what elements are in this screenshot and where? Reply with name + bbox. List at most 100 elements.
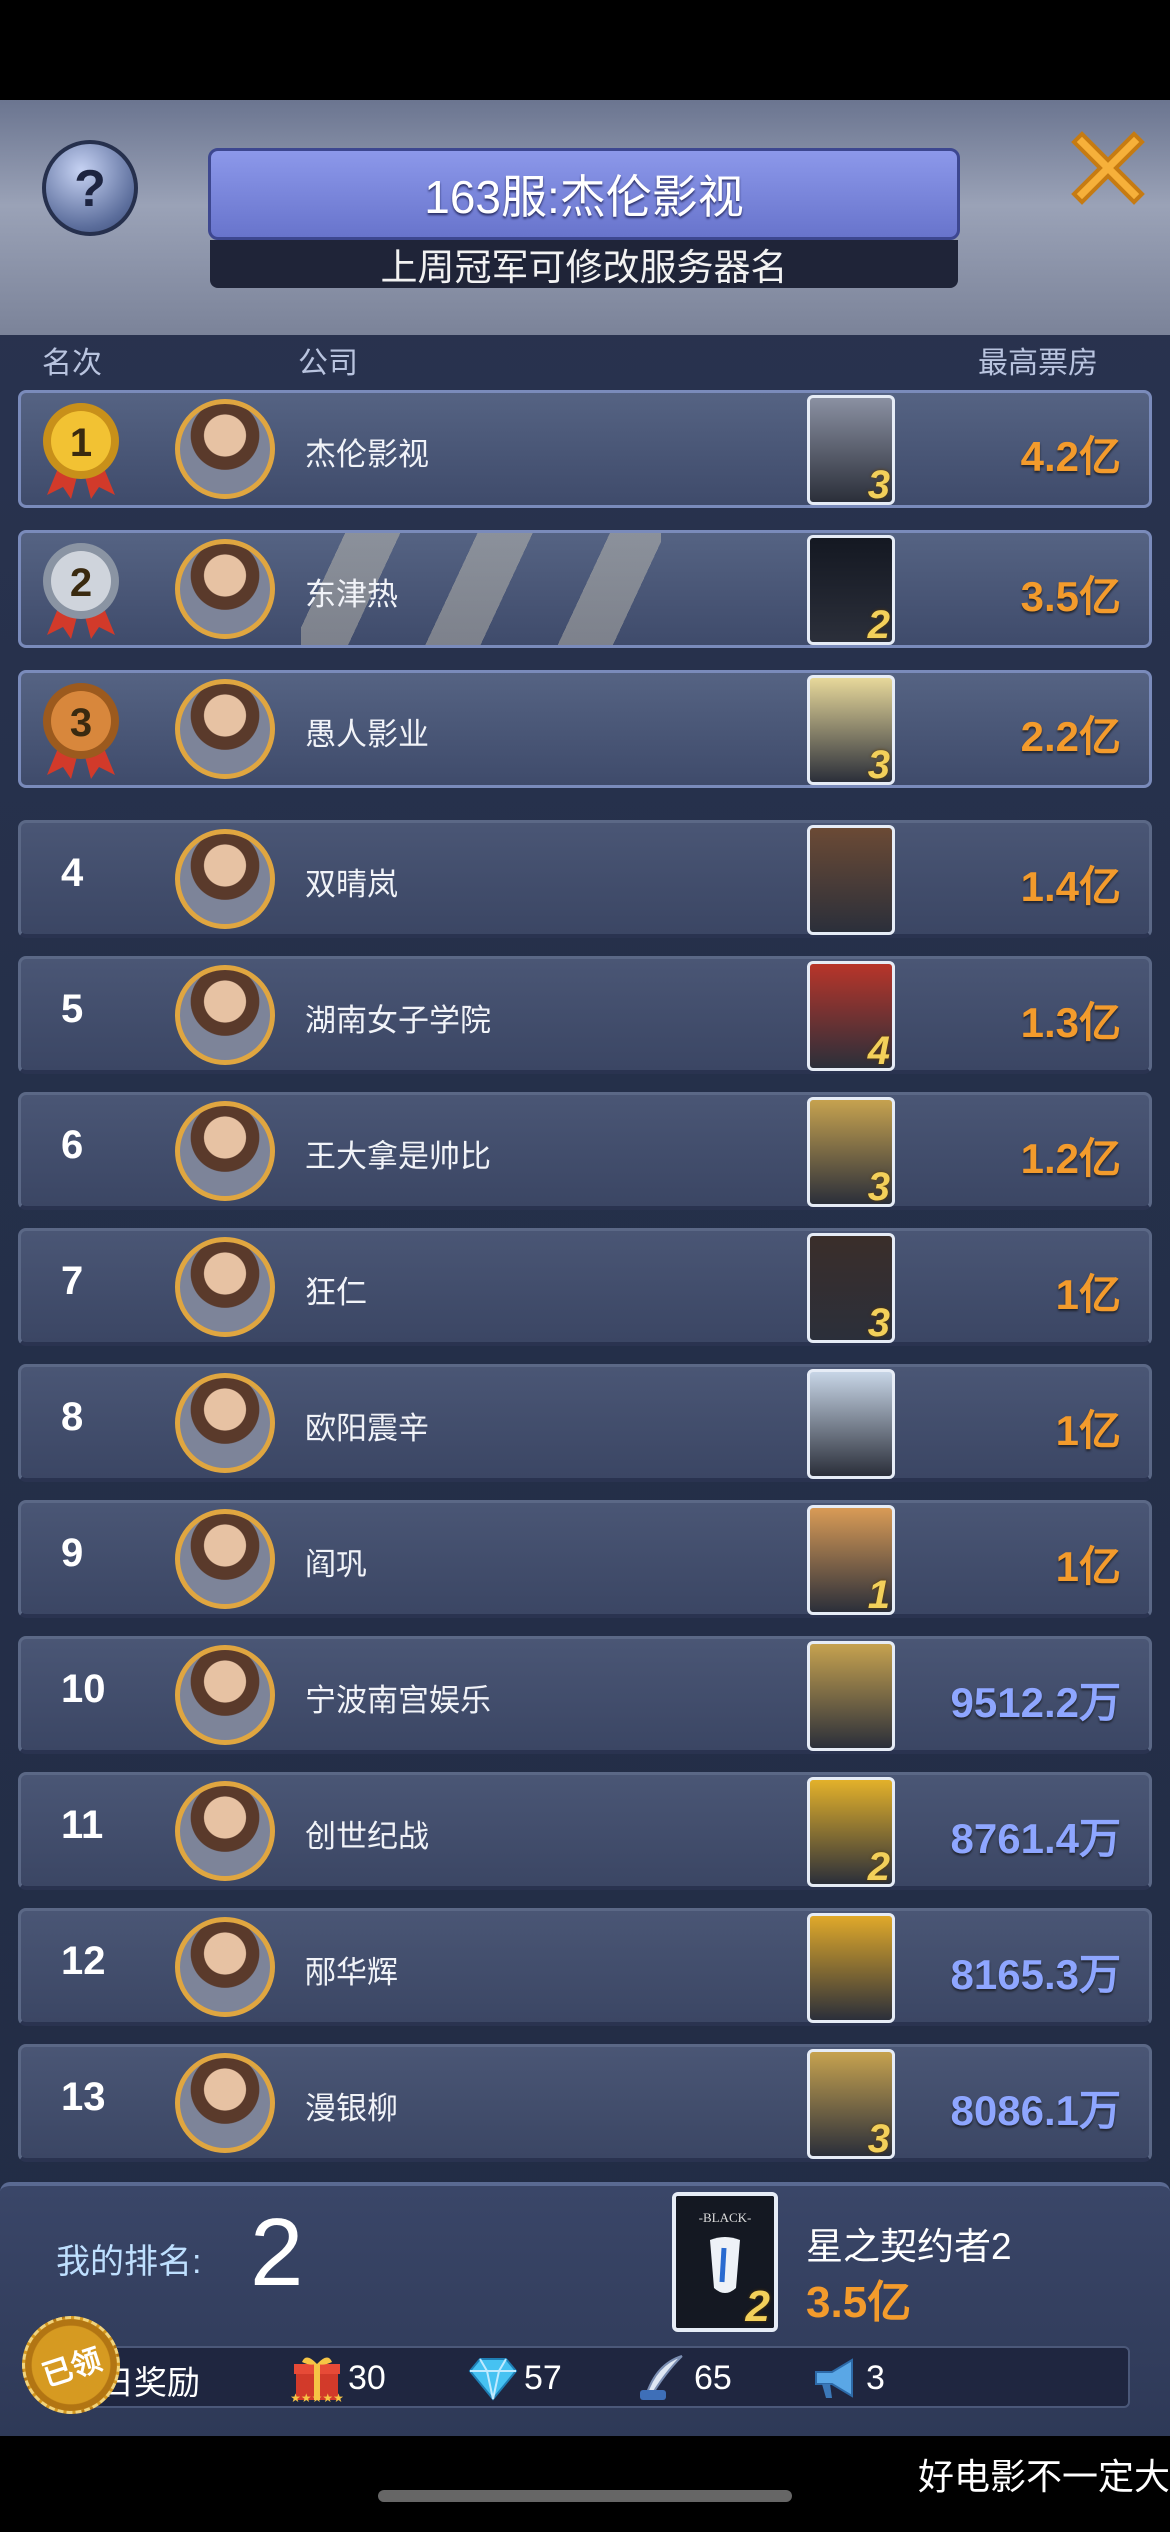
ranking-row[interactable]: 2 东津热 2 3.5亿 [18,530,1152,648]
movie-poster[interactable] [807,1641,895,1751]
box-office-value: 1.4亿 [1020,863,1121,910]
movie-sequel-number: 2 [867,603,890,645]
movie-poster[interactable]: 3 [807,675,895,785]
question-icon: ? [74,160,106,218]
movie-poster[interactable]: 4 [807,961,895,1071]
avatar[interactable] [175,1645,275,1745]
my-box-office: 3.5亿 [806,2278,912,2327]
rank-number: 9 [61,1531,84,1575]
rank-number: 8 [61,1395,84,1439]
movie-sequel-number: 3 [867,2117,890,2159]
ranking-row[interactable]: 10 宁波南宫娱乐 9512.2万 [18,1636,1152,1754]
home-indicator[interactable] [378,2490,792,2502]
avatar[interactable] [175,1373,275,1473]
movie-sequel-number: 1 [867,1573,890,1615]
avatar[interactable] [175,679,275,779]
ranking-row[interactable]: 6 王大拿是帅比 3 1.2亿 [18,1092,1152,1210]
reward-diamond[interactable]: 57 [466,2352,562,2404]
movie-poster[interactable]: 3 [807,1233,895,1343]
ticker-text: 好电影不一定大 [918,2456,1170,2497]
box-office-value: 2.2亿 [1020,713,1121,760]
company-name: 愚人影业 [305,717,429,752]
avatar[interactable] [175,1101,275,1201]
movie-poster[interactable] [807,1369,895,1479]
avatar[interactable] [175,539,275,639]
movie-poster[interactable] [807,1913,895,2023]
avatar[interactable] [175,2053,275,2153]
box-office-value: 1亿 [1055,1407,1121,1454]
company-name: 湖南女子学院 [305,1003,491,1038]
rank-number: 13 [61,2075,106,2119]
reward-gift[interactable]: ★★★★★ 30 [290,2352,386,2404]
rank-number: 7 [61,1259,84,1303]
my-movie-poster[interactable]: -BLACK- 2 [672,2192,778,2332]
box-office-value: 8086.1万 [950,2087,1121,2134]
avatar[interactable] [175,399,275,499]
company-name: 王大拿是帅比 [305,1139,491,1174]
rank-number: 3 [69,701,93,745]
avatar[interactable] [175,829,275,929]
movie-poster[interactable]: 3 [807,2049,895,2159]
my-rank-value: 2 [250,2199,304,2306]
movie-poster[interactable]: 3 [807,395,895,505]
box-office-value: 1.3亿 [1020,999,1121,1046]
company-name: 杰伦影视 [305,437,429,472]
help-button[interactable]: ? [42,140,138,236]
ranking-row[interactable]: 5 湖南女子学院 4 1.3亿 [18,956,1152,1074]
ranking-row[interactable]: 9 阎巩 1 1亿 [18,1500,1152,1618]
avatar[interactable] [175,1917,275,2017]
ranking-row[interactable]: 13 漫银柳 3 8086.1万 [18,2044,1152,2162]
rank-number: 6 [61,1123,84,1167]
gift-icon: ★★★★★ [290,2352,344,2404]
ranking-row[interactable]: 8 欧阳震辛 1亿 [18,1364,1152,1482]
movie-sequel-number: 3 [867,1165,890,1207]
ranking-row[interactable]: 12 邴华辉 8165.3万 [18,1908,1152,2026]
reward-megaphone[interactable]: 3 [808,2352,885,2404]
rank-number: 12 [61,1939,106,1983]
ranking-row[interactable]: 7 狂仁 3 1亿 [18,1228,1152,1346]
column-box-office: 最高票房 [978,347,1098,380]
ranking-row[interactable]: 4 双晴岚 1.4亿 [18,820,1152,938]
avatar[interactable] [175,1237,275,1337]
megaphone-icon [808,2352,862,2404]
box-office-value: 8761.4万 [950,1815,1121,1862]
company-name: 宁波南宫娱乐 [305,1683,491,1718]
server-title[interactable]: 163服:杰伦影视 [208,148,960,240]
box-office-value: 1亿 [1055,1543,1121,1590]
ranking-row[interactable]: 11 创世纪战 2 8761.4万 [18,1772,1152,1890]
ranking-row[interactable]: 1 杰伦影视 3 4.2亿 [18,390,1152,508]
close-button[interactable] [1058,118,1158,218]
quill-icon [636,2352,690,2404]
svg-text:?: ? [74,160,106,218]
movie-poster[interactable]: 1 [807,1505,895,1615]
movie-sequel-number: 2 [867,1845,890,1887]
reward-diamond-count: 57 [524,2358,562,2397]
movie-sequel-number: 3 [867,1301,890,1343]
movie-poster[interactable] [807,825,895,935]
box-office-value: 1.2亿 [1020,1135,1121,1182]
diamond-icon [466,2352,520,2404]
company-name: 阎巩 [305,1547,367,1582]
column-rank: 名次 [42,347,102,380]
rank-number: 5 [61,987,84,1031]
rank-number: 4 [61,851,84,895]
movie-poster[interactable]: 3 [807,1097,895,1207]
reward-bar [52,2346,1130,2408]
reward-quill[interactable]: 65 [636,2352,732,2404]
movie-poster[interactable]: 2 [807,1777,895,1887]
company-name: 狂仁 [305,1275,367,1310]
ranking-row[interactable]: 3 愚人影业 3 2.2亿 [18,670,1152,788]
avatar[interactable] [175,965,275,1065]
medal-icon: 2 [39,539,123,643]
column-company: 公司 [298,347,358,380]
server-subtitle: 上周冠军可修改服务器名 [210,240,958,288]
my-movie-sequel-number: 2 [745,2282,770,2331]
avatar[interactable] [175,1509,275,1609]
reward-megaphone-count: 3 [866,2358,885,2397]
movie-poster[interactable]: 2 [807,535,895,645]
reward-gift-count: 30 [348,2358,386,2397]
svg-text:-BLACK-: -BLACK- [699,2210,752,2225]
box-office-value: 1亿 [1055,1271,1121,1318]
box-office-value: 9512.2万 [950,1679,1121,1726]
avatar[interactable] [175,1781,275,1881]
